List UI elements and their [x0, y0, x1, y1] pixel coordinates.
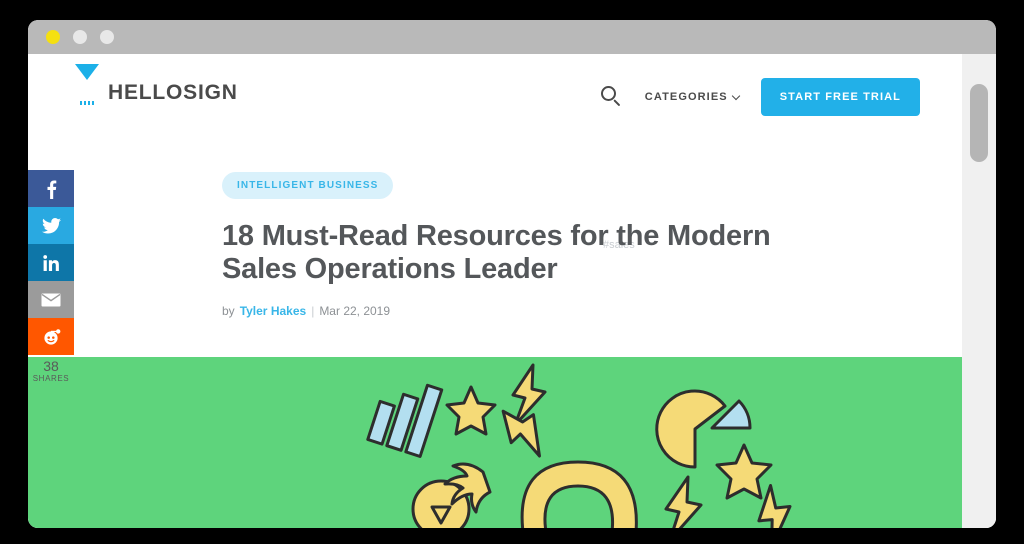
byline-separator: | [311, 304, 315, 318]
lightning-bolt-icon [664, 475, 703, 528]
share-count: 38 SHARES [28, 355, 74, 384]
page-viewport: HELLOSIGN CATEGORIES START FREE TRIAL 38… [28, 54, 996, 528]
close-button[interactable] [46, 30, 60, 44]
pie-chart-icon [655, 389, 752, 469]
hellosign-mark-icon [75, 64, 99, 106]
star-icon [715, 443, 773, 500]
scrollbar-thumb[interactable] [970, 84, 988, 162]
publish-date: Mar 22, 2019 [319, 304, 391, 318]
share-facebook-button[interactable] [28, 170, 74, 207]
share-reddit-button[interactable] [28, 318, 74, 355]
header-nav: CATEGORIES START FREE TRIAL [600, 78, 920, 116]
share-linkedin-button[interactable] [28, 244, 74, 281]
page-title: 18 Must-Read Resources for the Modern Sa… [222, 220, 771, 285]
site-header: HELLOSIGN CATEGORIES START FREE TRIAL [28, 54, 962, 142]
author-link[interactable]: Tyler Hakes [240, 304, 307, 318]
share-email-button[interactable] [28, 281, 74, 318]
browser-window: HELLOSIGN CATEGORIES START FREE TRIAL 38… [28, 20, 996, 528]
categories-label: CATEGORIES [644, 91, 728, 103]
hero-illustration [28, 357, 962, 528]
chevron-down-icon [731, 91, 740, 100]
magnet-icon [443, 460, 638, 528]
category-badge[interactable]: INTELLIGENT BUSINESS [222, 172, 394, 199]
hero-graphics [366, 363, 792, 528]
browser-titlebar [28, 20, 996, 54]
star-icon [445, 385, 497, 436]
traffic-lights [46, 30, 114, 44]
social-share-rail: 38 SHARES [28, 170, 74, 383]
share-count-label: SHARES [32, 374, 70, 383]
byline: by Tyler Hakes | Mar 22, 2019 [222, 304, 822, 318]
share-twitter-button[interactable] [28, 207, 74, 244]
scrollbar-track[interactable] [962, 54, 996, 528]
categories-menu[interactable]: CATEGORIES [644, 91, 740, 103]
maximize-button[interactable] [100, 30, 114, 44]
article-header: INTELLIGENT BUSINESS 18 Must-Read Resour… [222, 172, 822, 318]
start-free-trial-button[interactable]: START FREE TRIAL [760, 78, 920, 116]
minimize-button[interactable] [73, 30, 87, 44]
site-logo[interactable]: HELLOSIGN [75, 64, 238, 106]
byline-prefix: by [222, 304, 235, 318]
search-icon[interactable] [600, 86, 623, 108]
share-count-number: 38 [43, 358, 59, 374]
logo-wordmark: HELLOSIGN [108, 81, 238, 104]
bar-chart-icon [366, 383, 444, 458]
